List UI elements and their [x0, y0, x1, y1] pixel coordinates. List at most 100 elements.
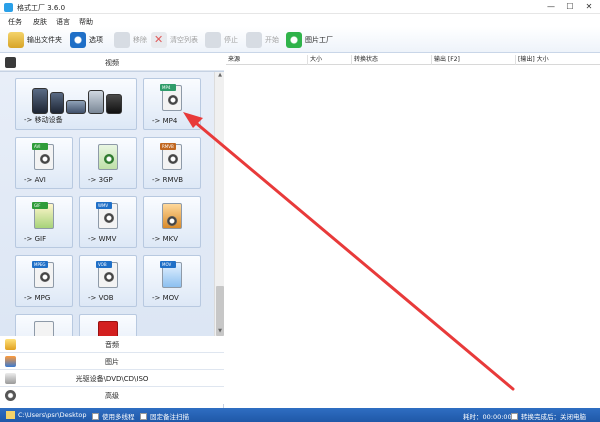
- tile-partial-2[interactable]: [79, 314, 137, 336]
- shutdown-checkbox[interactable]: 转换完成后：关闭电脑: [511, 411, 586, 421]
- maximize-button[interactable]: ☐: [563, 1, 577, 12]
- menu-bar: 任务 皮肤 语言 帮助: [0, 14, 600, 27]
- app-icon: [4, 3, 13, 12]
- output-path-text: C:\Users\psr\Desktop: [18, 411, 87, 419]
- tile-wmv[interactable]: WMV -> WMV: [79, 196, 137, 248]
- menu-tasks[interactable]: 任务: [8, 17, 22, 27]
- table-header: 来源 大小 转换状态 输出 [F2] [输出] 大小: [226, 54, 600, 65]
- window-title: 格式工厂 3.6.0: [17, 4, 66, 12]
- category-rom-device[interactable]: 光驱设备\DVD\CD\ISO: [0, 370, 224, 387]
- folder-icon: [6, 411, 15, 419]
- stop-label: 停止: [224, 36, 238, 44]
- tile-wmv-label: -> WMV: [88, 235, 117, 243]
- tile-mobile-device-label: -> 移动设备: [24, 116, 63, 124]
- output-folder-button[interactable]: 输出文件夹: [8, 30, 62, 50]
- mov-file-icon: MOV: [160, 261, 182, 288]
- picture-factory-label: 图片工厂: [305, 36, 333, 44]
- options-icon: [70, 32, 86, 48]
- output-path[interactable]: C:\Users\psr\Desktop: [6, 411, 87, 419]
- stop-button[interactable]: 停止: [205, 30, 238, 50]
- tile-mkv-label: -> MKV: [152, 235, 179, 243]
- scroll-down-icon[interactable]: ▼: [215, 328, 224, 336]
- clear-icon: [151, 32, 167, 48]
- remove-icon: [114, 32, 130, 48]
- scroll-up-icon[interactable]: ▲: [215, 72, 224, 81]
- tile-3gp-label: -> 3GP: [88, 176, 113, 184]
- tile-mov-label: -> MOV: [152, 294, 179, 302]
- sidebar: 视频 -> 移动设备 MP4 -> MP4 AVI -> AVI -> 3GP …: [0, 54, 224, 408]
- title-bar: 格式工厂 3.6.0 — ☐ ✕: [0, 0, 600, 14]
- tile-mobile-device[interactable]: -> 移动设备: [15, 78, 137, 130]
- close-button[interactable]: ✕: [582, 1, 596, 12]
- remove-label: 移除: [133, 36, 147, 44]
- toolbar: 输出文件夹 选项 移除 清空列表 停止 开始 图片工厂: [0, 27, 600, 53]
- tile-rmvb-label: -> RMVB: [152, 176, 184, 184]
- task-table: 来源 大小 转换状态 输出 [F2] [输出] 大小: [226, 54, 600, 408]
- tile-mkv[interactable]: -> MKV: [143, 196, 201, 248]
- tile-vob[interactable]: VOB -> VOB: [79, 255, 137, 307]
- gif-file-icon: GIF: [32, 202, 54, 229]
- clear-list-label: 清空列表: [170, 36, 198, 44]
- category-rom-device-label: 光驱设备\DVD\CD\ISO: [75, 375, 149, 383]
- menu-skin[interactable]: 皮肤: [33, 17, 47, 27]
- category-picture[interactable]: 图片: [0, 353, 224, 370]
- tile-mpg-label: -> MPG: [24, 294, 51, 302]
- menu-help[interactable]: 帮助: [79, 17, 93, 27]
- rmvb-file-icon: RMVB: [160, 143, 182, 170]
- category-picture-label: 图片: [105, 358, 119, 366]
- tile-mpg[interactable]: MPEG -> MPG: [15, 255, 73, 307]
- multithread-checkbox[interactable]: 使用多线程: [92, 411, 135, 421]
- start-icon: [246, 32, 262, 48]
- tile-partial-1[interactable]: [15, 314, 73, 336]
- category-audio[interactable]: 音频: [0, 336, 224, 353]
- tile-gif[interactable]: GIF -> GIF: [15, 196, 73, 248]
- flash-file-icon: [98, 321, 118, 336]
- category-advanced-label: 高级: [105, 392, 119, 400]
- video-format-panel: -> 移动设备 MP4 -> MP4 AVI -> AVI -> 3GP RMV…: [0, 71, 224, 336]
- minimize-button[interactable]: —: [544, 1, 558, 12]
- column-size[interactable]: 大小: [308, 55, 352, 65]
- tile-avi[interactable]: AVI -> AVI: [15, 137, 73, 189]
- column-output-size[interactable]: [输出] 大小: [516, 55, 600, 65]
- tile-mp4-label: -> MP4: [152, 117, 178, 125]
- stop-icon: [205, 32, 221, 48]
- options-button[interactable]: 选项: [70, 30, 103, 50]
- picture-factory-icon: [286, 32, 302, 48]
- 3gp-file-icon: [98, 144, 118, 170]
- column-status[interactable]: 转换状态: [352, 55, 432, 65]
- mkv-file-icon: [162, 203, 182, 229]
- tile-mp4[interactable]: MP4 -> MP4: [143, 78, 201, 130]
- category-video-label: 视频: [105, 59, 119, 67]
- check-option-checkbox[interactable]: 固定备注扫描: [140, 411, 189, 421]
- clear-list-button[interactable]: 清空列表: [151, 30, 198, 50]
- avi-file-icon: AVI: [32, 143, 54, 170]
- folder-icon: [8, 32, 24, 48]
- category-video[interactable]: 视频: [0, 54, 224, 71]
- options-label: 选项: [89, 36, 103, 44]
- mpg-file-icon: MPEG: [32, 261, 54, 288]
- column-output[interactable]: 输出 [F2]: [432, 55, 516, 65]
- status-bar: C:\Users\psr\Desktop 使用多线程 固定备注扫描 耗时：00:…: [0, 408, 600, 422]
- category-advanced[interactable]: 高级: [0, 387, 224, 404]
- column-source[interactable]: 来源: [226, 55, 308, 65]
- mp4-file-icon: MP4: [160, 84, 182, 111]
- mobile-devices-icon: [32, 86, 124, 114]
- menu-language[interactable]: 语言: [56, 17, 70, 27]
- start-button[interactable]: 开始: [246, 30, 279, 50]
- tile-avi-label: -> AVI: [24, 176, 46, 184]
- sidebar-scrollbar[interactable]: ▲ ▼: [214, 72, 224, 336]
- picture-factory-button[interactable]: 图片工厂: [286, 30, 333, 50]
- tile-mov[interactable]: MOV -> MOV: [143, 255, 201, 307]
- tile-rmvb[interactable]: RMVB -> RMVB: [143, 137, 201, 189]
- tile-vob-label: -> VOB: [88, 294, 114, 302]
- output-folder-label: 输出文件夹: [27, 36, 62, 44]
- wmv-file-icon: WMV: [96, 202, 118, 229]
- category-audio-label: 音频: [105, 341, 119, 349]
- tile-3gp[interactable]: -> 3GP: [79, 137, 137, 189]
- vob-file-icon: VOB: [96, 261, 118, 288]
- partial-file-icon: [34, 321, 54, 336]
- start-label: 开始: [265, 36, 279, 44]
- elapsed-time: 耗时：00:00:00: [463, 413, 512, 421]
- tile-gif-label: -> GIF: [24, 235, 47, 243]
- remove-button[interactable]: 移除: [114, 30, 147, 50]
